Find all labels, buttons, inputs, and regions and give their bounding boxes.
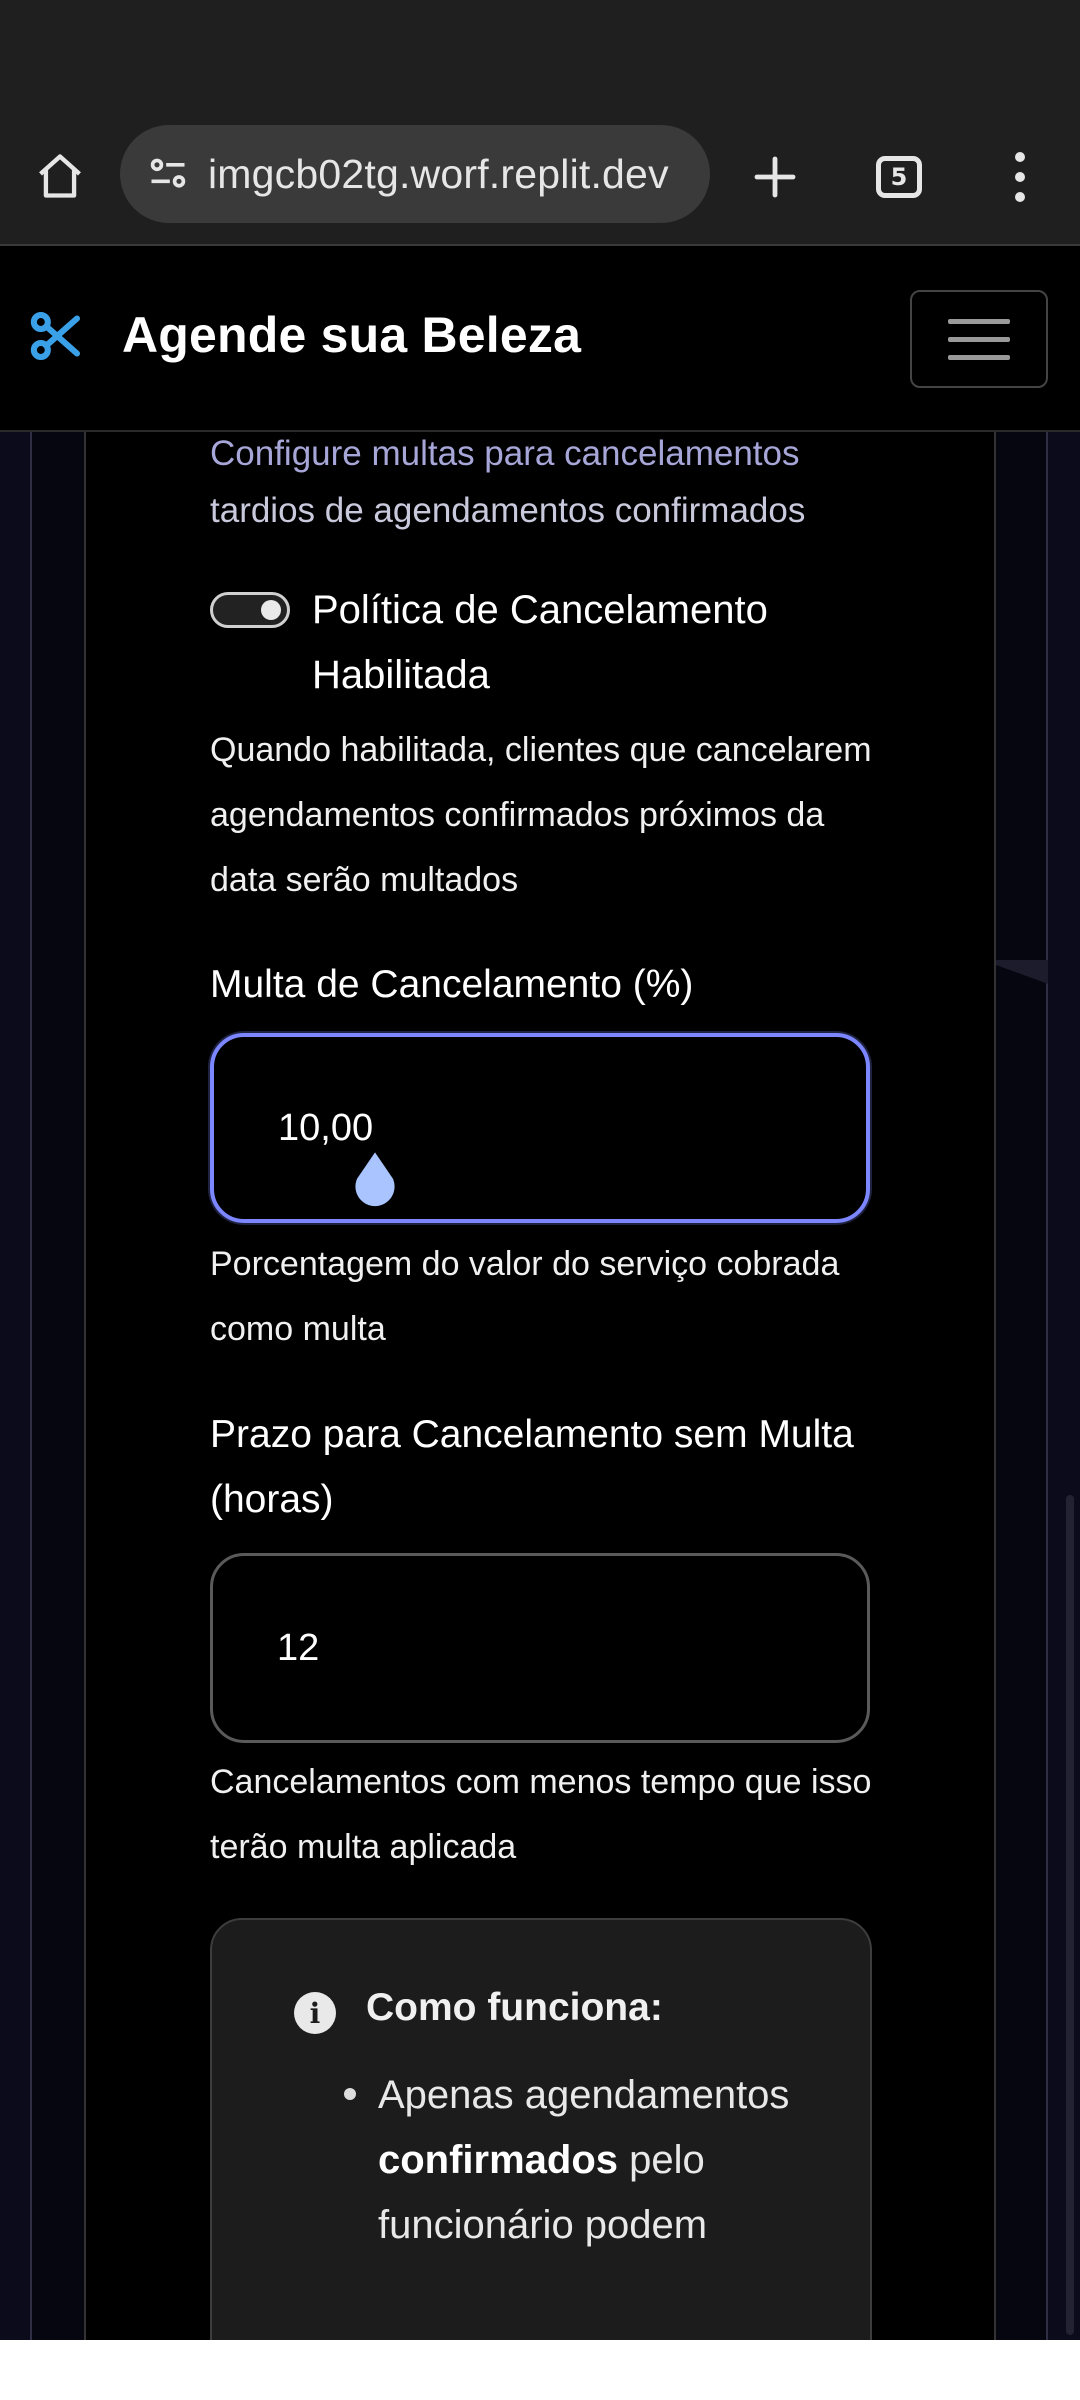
tab-count: 5: [876, 156, 922, 198]
bullet-text-bold: confirmados: [378, 2138, 619, 2182]
overflow-menu-icon[interactable]: [990, 142, 1050, 212]
hamburger-icon: [948, 318, 1010, 324]
fee-input-value: 10,00: [278, 1106, 374, 1149]
info-icon: i: [294, 1992, 336, 2034]
bullet-dot: [344, 2088, 356, 2100]
scissors-icon: [30, 311, 81, 361]
scrollbar[interactable]: [1066, 1495, 1074, 2335]
cancellation-policy-toggle[interactable]: [210, 592, 290, 628]
deadline-input-value: 12: [277, 1626, 320, 1669]
deadline-input[interactable]: 12: [210, 1553, 870, 1743]
url-text: imgcb02tg.worf.replit.dev: [208, 150, 669, 197]
info-box: i Como funciona: Apenas agendamentos con…: [210, 1918, 872, 2398]
fee-help-text: Porcentagem do valor do serviço cobrada …: [210, 1245, 840, 1348]
brand-title[interactable]: Agende sua Beleza: [122, 306, 581, 364]
url-bar[interactable]: imgcb02tg.worf.replit.dev: [120, 125, 710, 223]
toggle-label[interactable]: Política de Cancelamento Habilitada: [312, 578, 872, 708]
subtitle-line-1: Configure multas para cancelamentos: [210, 434, 800, 473]
app-navbar: Agende sua Beleza: [0, 248, 1080, 432]
text-cursor-handle-icon[interactable]: [350, 1150, 400, 1212]
status-bar: [0, 0, 1080, 108]
deadline-label: Prazo para Cancelamento sem Multa (horas…: [210, 1413, 854, 1521]
fee-label: Multa de Cancelamento (%): [210, 963, 694, 1006]
tab-switcher-button[interactable]: 5: [866, 144, 932, 210]
bottom-edge: [0, 2340, 1080, 2400]
section-subtitle: Configure multas para cancelamentos tard…: [210, 425, 890, 539]
toggle-help-text: Quando habilitada, clientes que cancelar…: [210, 731, 872, 899]
deadline-help-text: Cancelamentos com menos tempo que isso t…: [210, 1763, 872, 1866]
info-bullet: Apenas agendamentos confirmados pelo fun…: [378, 2063, 808, 2258]
new-tab-icon[interactable]: [740, 142, 810, 212]
toggle-knob: [261, 600, 281, 620]
decorative-shape: [996, 960, 1048, 1000]
info-title: Como funciona:: [366, 1986, 663, 2029]
site-settings-icon[interactable]: [138, 144, 198, 204]
home-icon[interactable]: [28, 144, 92, 208]
fee-input[interactable]: 10,00: [210, 1033, 870, 1223]
browser-toolbar: imgcb02tg.worf.replit.dev 5: [0, 108, 1080, 246]
navbar-toggle-button[interactable]: [910, 290, 1048, 388]
bullet-text-prefix: Apenas agendamentos: [378, 2073, 790, 2117]
subtitle-line-2: tardios de agendamentos confirmados: [210, 491, 806, 530]
